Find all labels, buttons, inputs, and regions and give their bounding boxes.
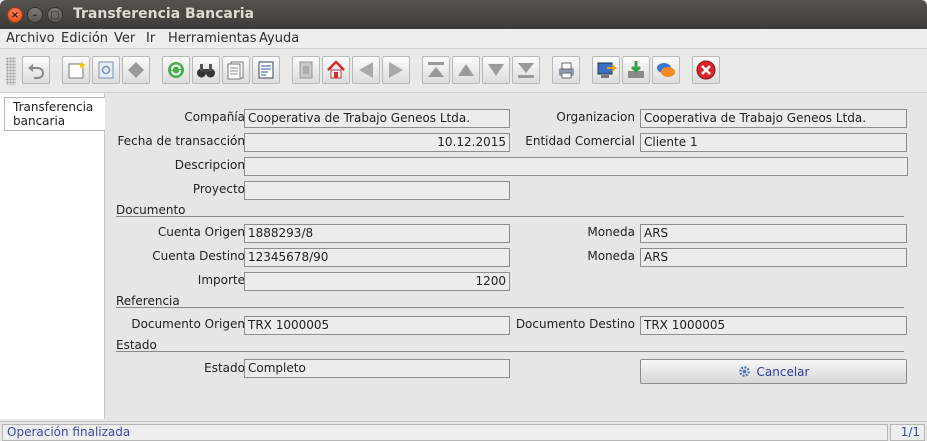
proyecto-label: Proyecto [192,182,245,196]
print-button[interactable] [552,56,580,84]
importe-label: Importe [197,273,245,287]
cancel-button[interactable]: Cancelar [640,359,907,384]
moneda-destino-field[interactable]: ARS [640,248,907,267]
cuenta-destino-label: Cuenta Destino [152,249,245,263]
compania-label: Compañía [184,110,245,124]
doc-destino-label: Documento Destino [515,317,635,331]
close-window-icon [696,60,716,80]
fecha-field[interactable]: 10.12.2015 [244,133,510,152]
history-icon [227,61,244,80]
copy-record-button[interactable] [92,56,120,84]
close-window-button[interactable] [692,56,720,84]
cuenta-origen-field[interactable]: 1888293/8 [244,224,510,243]
previous-record-icon [458,64,474,76]
doc-destino-field[interactable]: TRX 1000005 [640,316,907,335]
menu-bar: Archivo Edición Ver Ir Herramientas Ayud… [0,29,927,49]
copy-record-icon [98,61,114,79]
previous-icon [359,62,373,78]
tab-sidebar: Transferencia bancaria [0,93,105,419]
proyecto-field[interactable] [244,181,510,200]
undo-button[interactable] [22,56,50,84]
next-record-icon [488,64,504,76]
import-button[interactable] [622,56,650,84]
window-minimize-button[interactable]: – [27,7,43,23]
menu-edicion[interactable]: Edición [61,31,108,46]
first-icon [428,62,444,77]
status-page-indicator[interactable]: 1/1 [890,424,925,441]
cancel-button-label: Cancelar [756,364,810,379]
export-button[interactable] [592,56,620,84]
export-icon [597,62,617,78]
descripcion-field[interactable] [244,157,908,176]
delete-icon [128,62,144,78]
estado-label: Estado [204,361,245,375]
fecha-label: Fecha de transacción [117,134,246,148]
window-title: Transferencia Bancaria [73,6,255,22]
compania-field[interactable]: Cooperativa de Trabajo Geneos Ltda. [244,109,510,128]
chat-icon [657,63,675,77]
previous-record-button[interactable] [452,56,480,84]
moneda-origen-label: Moneda [587,225,635,239]
entidad-label: Entidad Comercial [525,134,635,148]
section-divider [116,307,904,308]
delete-button[interactable] [122,56,150,84]
undo-icon [28,64,44,79]
moneda-destino-label: Moneda [587,249,635,263]
menu-archivo[interactable]: Archivo [6,31,55,46]
menu-ir[interactable]: Ir [146,31,155,46]
moneda-origen-field[interactable]: ARS [640,224,907,243]
window-maximize-button[interactable]: □ [47,7,63,23]
section-documento: Documento [116,203,186,217]
first-record-button[interactable] [422,56,450,84]
menu-herramientas[interactable]: Herramientas [168,31,257,46]
toolbar [0,49,927,93]
next-button[interactable] [382,56,410,84]
attachment-button[interactable] [292,56,320,84]
toolbar-grip[interactable] [6,57,16,85]
organizacion-field[interactable]: Cooperativa de Trabajo Geneos Ltda. [640,109,907,128]
estado-field[interactable]: Completo [244,359,510,378]
tab-transferencia-bancaria[interactable]: Transferencia bancaria [4,97,105,131]
cuenta-origen-label: Cuenta Origen [157,225,245,239]
report-icon [258,61,274,79]
menu-ver[interactable]: Ver [114,31,135,46]
descripcion-label: Descripcion [174,158,245,172]
cuenta-destino-field[interactable]: 12345678/90 [244,248,510,267]
attachment-icon [299,61,313,79]
find-icon [197,64,215,78]
doc-origen-field[interactable]: TRX 1000005 [244,316,510,335]
menu-ayuda[interactable]: Ayuda [259,31,299,46]
status-message: Operación finalizada [2,424,888,441]
last-record-button[interactable] [512,56,540,84]
entidad-field[interactable]: Cliente 1 [640,133,907,152]
new-record-icon [68,61,86,79]
window-titlebar: × – □ Transferencia Bancaria [0,0,927,29]
chat-button[interactable] [652,56,680,84]
next-record-button[interactable] [482,56,510,84]
gear-icon [738,366,750,377]
importe-field[interactable]: 1200 [244,272,510,291]
report-button[interactable] [252,56,280,84]
refresh-button[interactable] [162,56,190,84]
home-button[interactable] [322,56,350,84]
form-panel: Compañía Cooperativa de Trabajo Geneos L… [106,96,927,419]
doc-origen-label: Documento Origen [131,317,245,331]
find-button[interactable] [192,56,220,84]
last-icon [518,63,534,78]
home-icon [327,60,345,79]
section-referencia: Referencia [116,294,180,308]
new-record-button[interactable] [62,56,90,84]
section-divider [116,351,904,352]
print-icon [559,62,574,79]
refresh-icon [168,62,184,78]
import-icon [628,61,644,78]
previous-button[interactable] [352,56,380,84]
organizacion-label: Organizacion [556,110,635,124]
next-icon [389,62,403,78]
section-divider [116,216,904,217]
history-button[interactable] [222,56,250,84]
status-bar: Operación finalizada 1/1 [0,421,927,441]
section-estado: Estado [116,338,157,352]
window-close-button[interactable]: × [7,7,23,23]
